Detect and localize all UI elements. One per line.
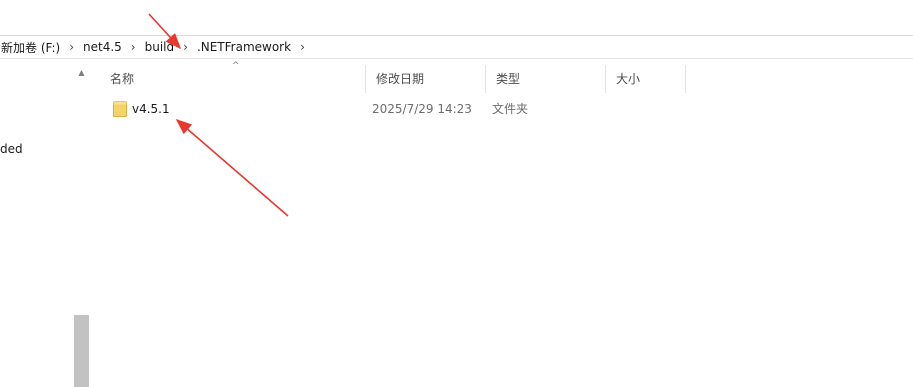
chevron-right-icon[interactable]: ›: [177, 40, 194, 54]
file-type: 文件夹: [492, 102, 529, 116]
scrollbar-thumb[interactable]: [74, 315, 89, 387]
breadcrumb-netframework[interactable]: .NETFramework: [194, 40, 294, 54]
breadcrumb-build[interactable]: build: [142, 40, 178, 54]
column-header-name[interactable]: 名称: [100, 65, 366, 93]
address-bar[interactable]: 新加卷 (F:) › net4.5 › build › .NETFramewor…: [0, 35, 913, 59]
nav-pane-item[interactable]: ded: [0, 142, 23, 156]
column-header-row: ^ 名称 修改日期 类型 大小: [100, 61, 913, 93]
column-header-size[interactable]: 大小: [606, 65, 686, 93]
breadcrumb-net45[interactable]: net4.5: [80, 40, 125, 54]
column-header-date-modified[interactable]: 修改日期: [366, 65, 486, 93]
nav-pane-scrollbar[interactable]: ▲: [74, 64, 89, 387]
chevron-right-icon[interactable]: ›: [125, 40, 142, 54]
annotation-arrow-folder: [175, 118, 289, 217]
folder-icon: [113, 101, 127, 117]
column-header-type[interactable]: 类型: [486, 65, 606, 93]
ribbon-area: [0, 0, 913, 34]
file-row[interactable]: v4.5.1 2025/7/29 14:23 文件夹: [100, 96, 913, 122]
file-name[interactable]: v4.5.1: [132, 96, 170, 122]
file-date-modified: 2025/7/29 14:23: [372, 102, 472, 116]
chevron-right-icon[interactable]: ›: [63, 40, 80, 54]
scroll-up-arrow-icon[interactable]: ▲: [74, 66, 89, 80]
chevron-right-icon[interactable]: ›: [294, 40, 311, 54]
breadcrumb-drive[interactable]: 新加卷 (F:): [0, 39, 63, 56]
